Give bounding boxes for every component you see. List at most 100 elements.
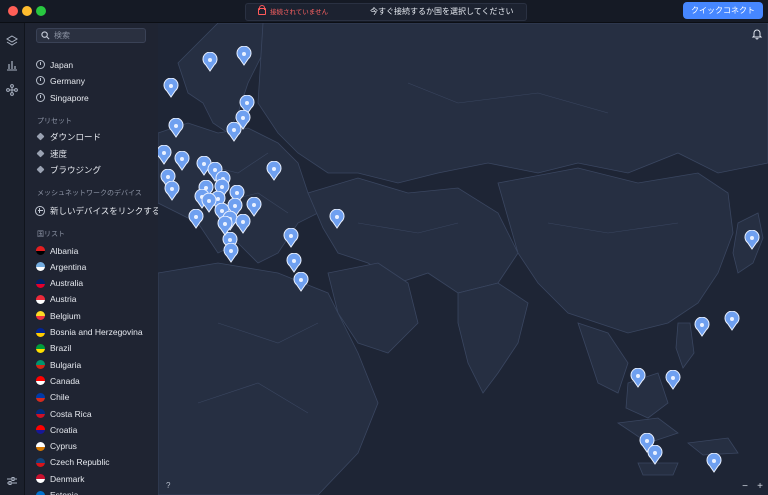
server-pin-icon[interactable] — [283, 228, 299, 248]
server-pin-icon[interactable] — [226, 122, 242, 142]
icon-rail — [0, 23, 25, 495]
settings-sliders-icon[interactable] — [5, 474, 19, 488]
country-flag-icon — [35, 327, 45, 337]
server-pin-icon[interactable] — [286, 253, 302, 273]
country-item[interactable]: Czech Republic — [35, 455, 157, 470]
server-pin-icon[interactable] — [164, 181, 180, 201]
server-pin-icon[interactable] — [329, 209, 345, 229]
stats-icon[interactable] — [5, 58, 19, 72]
title-bar: 接続されていません 今すぐ接続するか国を選択してください クイックコネクト — [0, 0, 768, 23]
country-item[interactable]: Bosnia and Herzegovina — [35, 325, 157, 340]
country-flag-icon — [35, 441, 45, 451]
server-pin-icon[interactable] — [647, 445, 663, 465]
preset-item-speed[interactable]: 速度 — [35, 146, 157, 161]
country-item[interactable]: Australia — [35, 276, 157, 291]
country-item[interactable]: Bulgaria — [35, 357, 157, 372]
server-pin-icon[interactable] — [630, 368, 646, 388]
server-pin-icon[interactable] — [744, 230, 760, 250]
unlocked-icon — [258, 5, 266, 15]
country-name: Austria — [50, 294, 77, 305]
country-item[interactable]: Costa Rica — [35, 406, 157, 421]
country-item[interactable]: Canada — [35, 373, 157, 388]
link-device-item[interactable]: 新しいデバイスをリンクする — [35, 203, 158, 218]
server-pin-icon[interactable] — [236, 46, 252, 66]
meshnet-icon[interactable] — [5, 83, 19, 97]
country-item[interactable]: Cyprus — [35, 439, 157, 454]
country-flag-icon — [35, 246, 45, 256]
server-pin-icon[interactable] — [235, 214, 251, 234]
country-flag-icon — [35, 490, 45, 495]
search-box[interactable] — [36, 28, 146, 43]
server-pin-icon[interactable] — [706, 453, 722, 473]
recent-item-germany[interactable]: Germany — [35, 73, 157, 88]
close-window-button[interactable] — [8, 6, 18, 16]
recent-item-label: Singapore — [50, 92, 89, 103]
country-item[interactable]: Austria — [35, 292, 157, 307]
connection-status-bar: 接続されていません 今すぐ接続するか国を選択してください — [245, 3, 527, 21]
meshnet-section-label: メッシュネットワークのデバイス — [37, 190, 142, 197]
presets-section-label: プリセット — [37, 118, 72, 125]
server-pin-icon[interactable] — [168, 118, 184, 138]
country-name: Denmark — [50, 473, 85, 484]
preset-label: 速度 — [50, 148, 68, 159]
server-pin-icon[interactable] — [158, 145, 172, 165]
country-item[interactable]: Estonia — [35, 488, 157, 495]
country-item[interactable]: Argentina — [35, 259, 157, 274]
country-name: Bulgaria — [50, 359, 82, 370]
country-flag-icon — [35, 360, 45, 370]
server-pin-icon[interactable] — [665, 370, 681, 390]
server-pin-icon[interactable] — [217, 216, 233, 236]
country-flag-icon — [35, 425, 45, 435]
server-pin-icon[interactable] — [174, 151, 190, 171]
help-button[interactable]: ? — [166, 481, 170, 490]
zoom-window-button[interactable] — [36, 6, 46, 16]
country-item[interactable]: Brazil — [35, 341, 157, 356]
preset-item-download[interactable]: ダウンロード — [35, 129, 157, 144]
notification-bell-icon[interactable] — [751, 28, 763, 40]
connection-status-text: 接続されていません — [270, 9, 329, 16]
server-pin-icon[interactable] — [188, 209, 204, 229]
country-name: Albania — [50, 245, 79, 256]
world-map[interactable]: ? − + — [158, 23, 768, 495]
country-flag-icon — [35, 262, 45, 272]
server-pin-icon[interactable] — [202, 52, 218, 72]
country-name: Costa Rica — [50, 408, 92, 419]
country-flag-icon — [35, 294, 45, 304]
country-name: Belgium — [50, 310, 81, 321]
country-item[interactable]: Denmark — [35, 471, 157, 486]
country-name: Argentina — [50, 261, 87, 272]
recent-item-label: Germany — [50, 75, 85, 86]
country-item[interactable]: Belgium — [35, 308, 157, 323]
add-icon — [35, 205, 45, 216]
server-pin-icon[interactable] — [694, 317, 710, 337]
server-pin-icon[interactable] — [293, 272, 309, 292]
country-flag-icon — [35, 376, 45, 386]
country-item[interactable]: Chile — [35, 390, 157, 405]
recent-item-singapore[interactable]: Singapore — [35, 90, 157, 105]
server-pin-icon[interactable] — [724, 311, 740, 331]
minimize-window-button[interactable] — [22, 6, 32, 16]
server-pin-icon[interactable] — [223, 243, 239, 263]
recent-item-japan[interactable]: Japan — [35, 57, 157, 72]
server-pin-icon[interactable] — [266, 161, 282, 181]
country-item[interactable]: Croatia — [35, 422, 157, 437]
country-name: Chile — [50, 392, 70, 403]
window-title: 今すぐ接続するか国を選択してください — [370, 7, 514, 16]
preset-item-browsing[interactable]: ブラウジング — [35, 162, 157, 177]
preset-icon — [35, 149, 45, 159]
search-input[interactable] — [54, 31, 134, 40]
zoom-out-button[interactable]: − — [742, 481, 748, 492]
country-flag-icon — [35, 343, 45, 353]
country-name: Bosnia and Herzegovina — [50, 327, 143, 337]
layers-icon[interactable] — [5, 34, 19, 48]
country-flag-icon — [35, 457, 45, 467]
country-flag-icon — [35, 409, 45, 419]
clock-icon — [35, 76, 45, 86]
country-name: Cyprus — [50, 441, 77, 452]
zoom-in-button[interactable]: + — [757, 481, 763, 492]
quick-connect-button[interactable]: クイックコネクト — [683, 2, 763, 19]
server-pin-icon[interactable] — [163, 78, 179, 98]
country-list-label: 国リスト — [37, 231, 65, 238]
preset-icon — [35, 132, 45, 142]
country-item[interactable]: Albania — [35, 243, 157, 258]
